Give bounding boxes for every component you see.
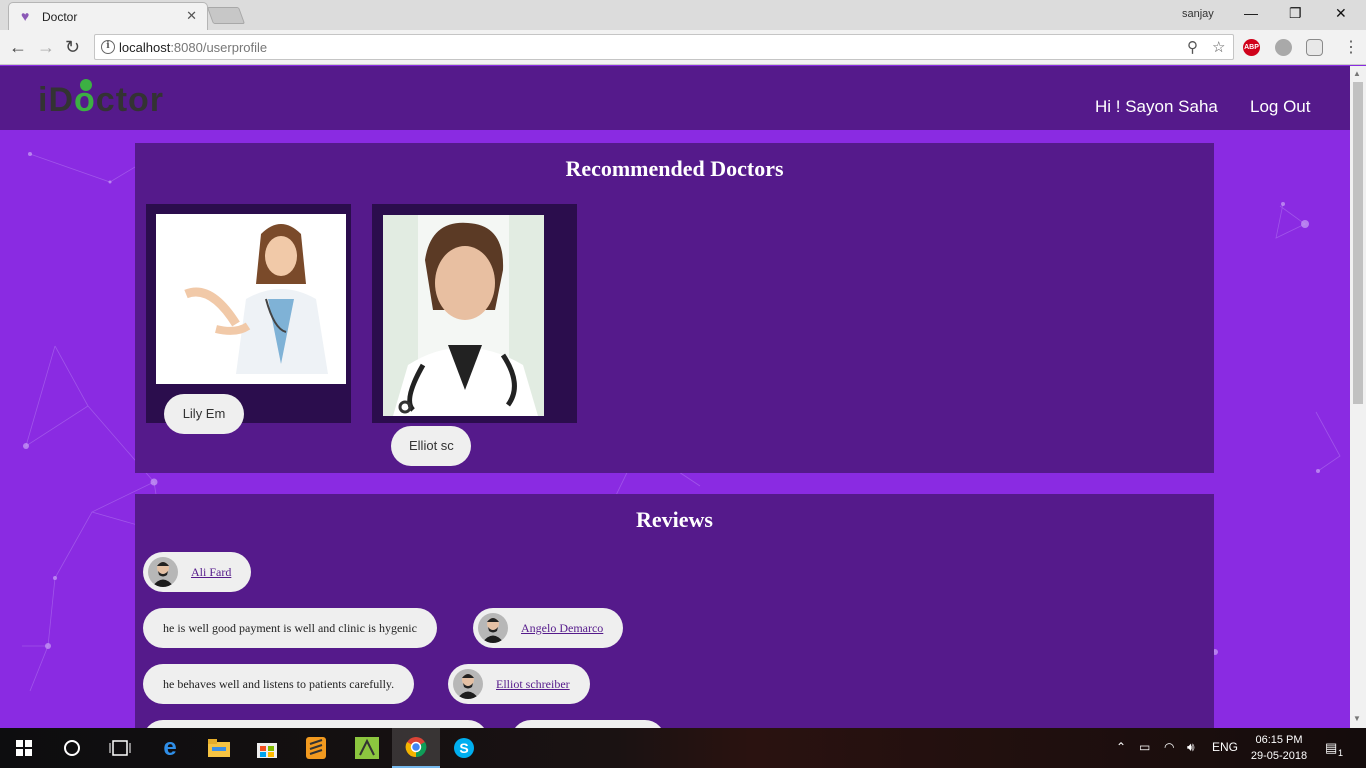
review-author-link[interactable]: Elliot schreiber [496, 677, 570, 691]
avatar [453, 669, 483, 699]
doctor-photo[interactable] [156, 214, 346, 384]
wifi-icon[interactable]: ◠ [1164, 740, 1174, 754]
doctor-card[interactable]: Elliot sc [372, 204, 577, 466]
edge-browser-icon[interactable]: e [146, 728, 194, 768]
action-center-icon[interactable]: ▤ [1325, 740, 1337, 756]
skype-icon[interactable]: S [440, 728, 488, 768]
clock-date: 29-05-2018 [1250, 750, 1308, 762]
review-author[interactable]: Elliot schreiber [448, 664, 590, 704]
avatar [148, 557, 178, 587]
review-author[interactable]: Angelo Demarco [473, 608, 624, 648]
zoom-icon[interactable]: ⚲ [1187, 38, 1198, 56]
shield-extension-icon[interactable] [1306, 39, 1323, 56]
female-doctor-image [383, 215, 544, 416]
web-page: iDoctor Hi ! Sayon Saha Log Out Recommen… [0, 66, 1350, 728]
doctor-name-button[interactable]: Lily Em [164, 394, 244, 434]
app-icon[interactable] [343, 728, 391, 768]
logout-link[interactable]: Log Out [1250, 97, 1311, 117]
tab-title: Doctor [42, 10, 78, 24]
info-icon[interactable]: i [101, 40, 115, 54]
show-hidden-icons-icon[interactable]: ⌃ [1116, 740, 1126, 754]
review-author[interactable]: Ali Fard [143, 552, 252, 592]
windows-taskbar: e S ⌃ ▭ ◠ 🔊︎ ENG 06:15 PM 29-05-2018 ▤ 1 [0, 728, 1366, 768]
system-clock[interactable]: 06:15 PM 29-05-2018 [1243, 732, 1315, 764]
minimize-icon[interactable]: — [1244, 5, 1258, 21]
volume-icon[interactable]: 🔊︎ [1187, 740, 1195, 755]
language-indicator[interactable]: ENG [1212, 740, 1238, 754]
browser-tab[interactable]: ♥ Doctor ✕ [8, 2, 208, 30]
new-tab-button[interactable] [206, 7, 246, 24]
review-author-link[interactable]: Angelo Demarco [521, 621, 603, 635]
recommended-title: Recommended Doctors [565, 156, 784, 181]
scroll-thumb[interactable] [1353, 82, 1363, 404]
svg-text:S: S [459, 740, 468, 756]
user-greeting[interactable]: Hi ! Sayon Saha [1095, 97, 1218, 117]
doctor-photo[interactable] [383, 215, 544, 416]
page-scrollbar[interactable]: ▲ ▼ [1350, 66, 1366, 728]
review-author-link[interactable]: Ali Fard [191, 565, 231, 579]
profile-name[interactable]: sanjay [1182, 8, 1214, 20]
browser-toolbar: ← → ↻ i localhost:8080/userprofile ⚲ ☆ A… [0, 30, 1366, 65]
recommended-doctors-panel: Recommended Doctors Lily Em Elliot sc [135, 143, 1214, 473]
review-comment [143, 720, 488, 728]
browser-tabstrip: ♥ Doctor ✕ sanjay — ❐ ✕ [0, 0, 1366, 30]
bookmark-star-icon[interactable]: ☆ [1212, 38, 1225, 56]
female-doctor-image [156, 214, 346, 384]
task-view-icon[interactable] [96, 728, 144, 768]
review-comment: he behaves well and listens to patients … [143, 664, 415, 704]
reload-icon[interactable]: ↻ [65, 37, 80, 57]
forward-icon[interactable]: → [37, 37, 55, 57]
idoctor-logo[interactable]: iDoctor [38, 79, 164, 118]
tab-close-icon[interactable]: ✕ [186, 8, 197, 24]
scroll-down-icon[interactable]: ▼ [1353, 714, 1361, 723]
doctor-card[interactable]: Lily Em [146, 204, 351, 434]
address-bar[interactable]: i localhost:8080/userprofile ⚲ ☆ [94, 34, 1234, 60]
reviews-panel: Reviews Ali Fard he is well good payment… [135, 494, 1214, 728]
review-author[interactable] [511, 720, 665, 728]
notification-count-badge: 1 [1338, 748, 1344, 758]
cortana-search-icon[interactable] [48, 728, 96, 768]
menu-icon[interactable]: ⋮ [1343, 37, 1359, 57]
doctor-name-button[interactable]: Elliot sc [391, 426, 471, 466]
scroll-up-icon[interactable]: ▲ [1353, 69, 1361, 78]
battery-icon[interactable]: ▭ [1139, 740, 1150, 754]
reviews-title: Reviews [636, 507, 713, 532]
restore-icon[interactable]: ❐ [1289, 5, 1302, 22]
windows-start-icon[interactable] [0, 728, 48, 768]
chrome-icon[interactable] [392, 728, 440, 768]
avatar [478, 613, 508, 643]
url-text[interactable]: localhost:8080/userprofile [119, 40, 267, 55]
site-navbar: iDoctor Hi ! Sayon Saha Log Out [0, 66, 1350, 130]
adblock-icon[interactable]: ABP [1243, 39, 1260, 56]
extension-icon[interactable] [1275, 39, 1292, 56]
back-icon[interactable]: ← [9, 37, 27, 57]
sublime-text-icon[interactable] [292, 728, 340, 768]
store-icon[interactable] [243, 728, 291, 768]
heart-favicon-icon: ♥ [21, 8, 30, 24]
clock-time: 06:15 PM [1255, 734, 1303, 746]
logo-heart-dot-icon [80, 79, 92, 91]
file-explorer-icon[interactable] [195, 728, 243, 768]
close-window-icon[interactable]: ✕ [1335, 5, 1347, 22]
review-comment: he is well good payment is well and clin… [143, 608, 437, 648]
